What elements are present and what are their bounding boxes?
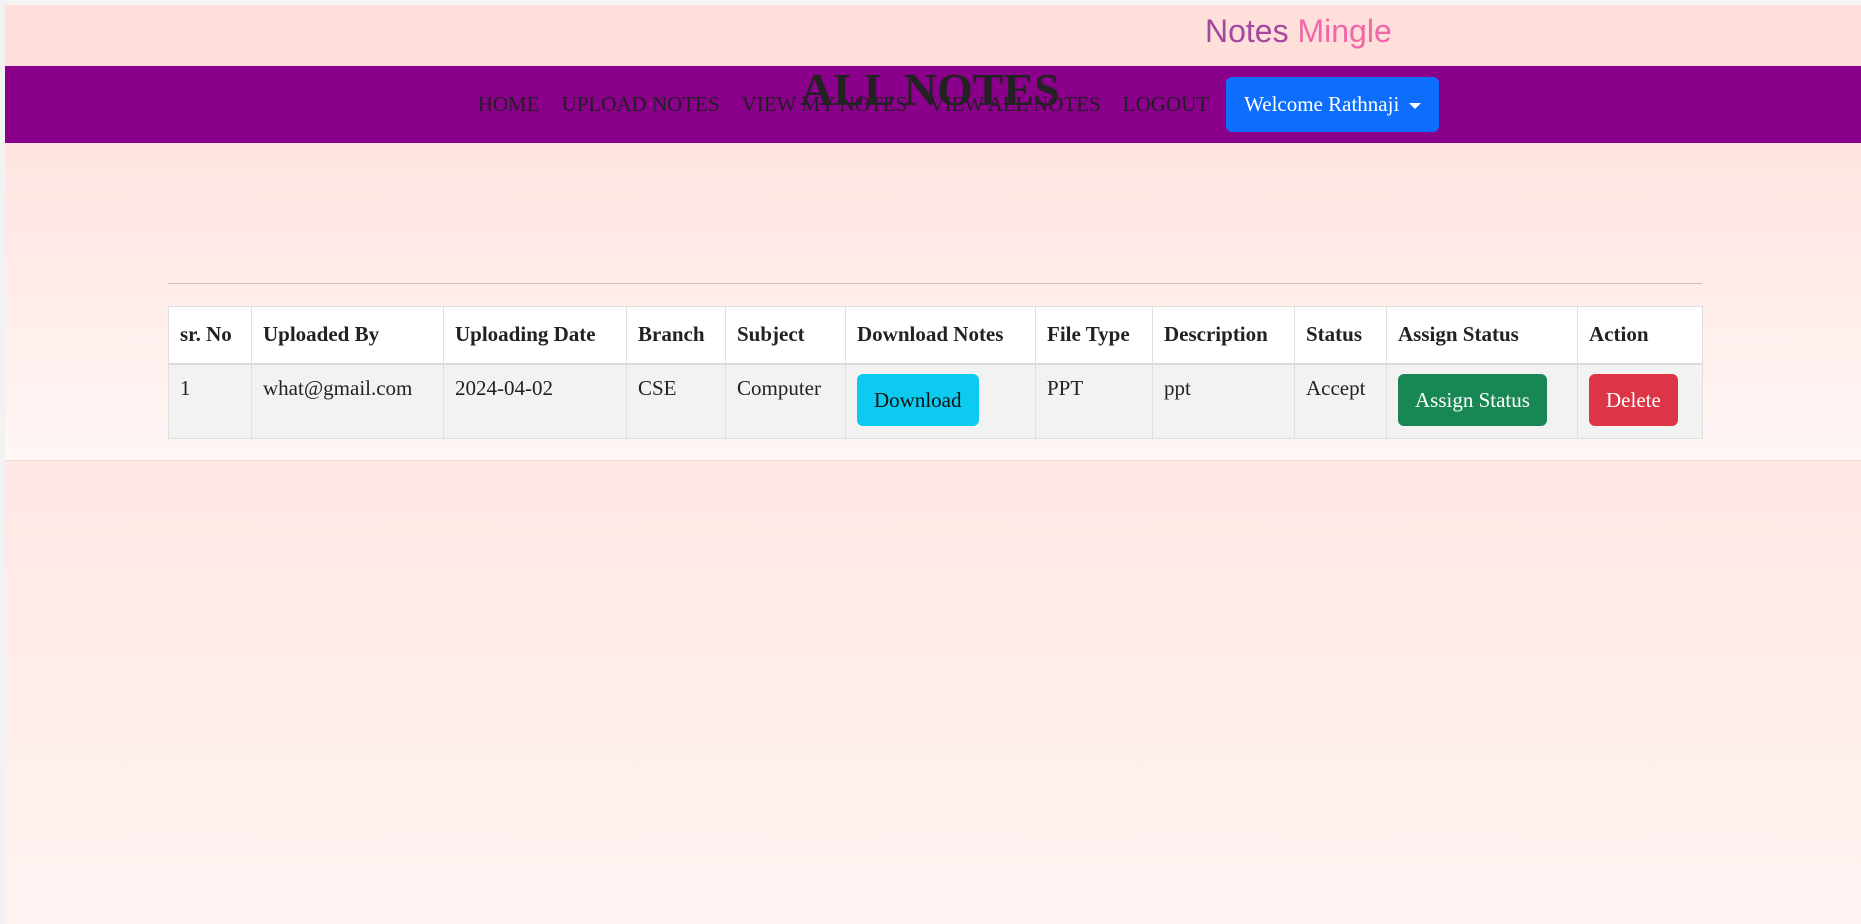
cell-sr-no: 1 xyxy=(168,363,252,439)
header-sr-no: sr. No xyxy=(168,306,252,365)
header-status: Status xyxy=(1294,306,1387,365)
cell-description: ppt xyxy=(1152,363,1295,439)
table-header-row: sr. No Uploaded By Uploading Date Branch… xyxy=(168,306,1703,365)
page-title: ALL NOTES xyxy=(800,64,1060,115)
cell-uploaded-by: what@gmail.com xyxy=(251,363,444,439)
header-action: Action xyxy=(1577,306,1703,365)
header-description: Description xyxy=(1152,306,1295,365)
delete-button[interactable]: Delete xyxy=(1589,373,1678,426)
cell-file-type: PPT xyxy=(1035,363,1153,439)
brand-word-notes: Notes xyxy=(1205,13,1289,49)
cell-action: Delete xyxy=(1577,363,1703,439)
header-band: Notes Mingle xyxy=(5,5,1861,66)
header-download-notes: Download Notes xyxy=(845,306,1036,365)
header-assign-status: Assign Status xyxy=(1386,306,1578,365)
header-uploading-date: Uploading Date xyxy=(443,306,627,365)
cell-subject: Computer xyxy=(725,363,846,439)
page-background: Notes Mingle HOME UPLOAD NOTES VIEW MY N… xyxy=(0,0,1861,924)
header-file-type: File Type xyxy=(1035,306,1153,365)
download-button[interactable]: Download xyxy=(857,373,979,426)
assign-status-button[interactable]: Assign Status xyxy=(1398,373,1547,426)
cell-status: Accept xyxy=(1294,363,1387,439)
header-uploaded-by: Uploaded By xyxy=(251,306,444,365)
notes-table: sr. No Uploaded By Uploading Date Branch… xyxy=(168,306,1703,439)
cell-branch: CSE xyxy=(626,363,726,439)
title-divider xyxy=(168,283,1702,284)
brand-logo[interactable]: Notes Mingle xyxy=(1205,13,1392,49)
table-row: 1 what@gmail.com 2024-04-02 CSE Computer… xyxy=(168,363,1703,439)
cell-assign-status: Assign Status xyxy=(1386,363,1578,439)
header-subject: Subject xyxy=(725,306,846,365)
cell-uploading-date: 2024-04-02 xyxy=(443,363,627,439)
header-branch: Branch xyxy=(626,306,726,365)
cell-download: Download xyxy=(845,363,1036,439)
brand-word-mingle: Mingle xyxy=(1297,13,1392,49)
